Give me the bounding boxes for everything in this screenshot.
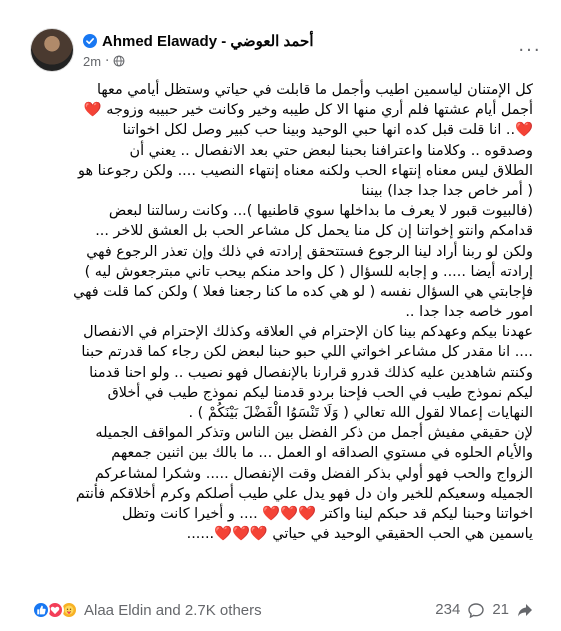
post-text-line: والأيام الحلوه في مستوي الصداقه او العمل… — [111, 445, 533, 462]
reactions-summary[interactable]: Alaa Eldin and 2.7K others — [32, 601, 262, 619]
facebook-post: Ahmed Elawady - أحمد العوضي 2m · ··· كل … — [0, 0, 561, 631]
reactions-text: Alaa Eldin and 2.7K others — [84, 601, 262, 619]
comments-count[interactable]: 234 — [435, 601, 460, 618]
post-text-line: وكنتم شاهدين عليه كذلك قدرو قرارنا بالإن… — [89, 364, 533, 381]
post-meta: 2m · — [83, 53, 125, 69]
post-text-line: الجميله وسعيكم للخير وان دل فهو يدل علي … — [75, 485, 533, 502]
post-text-line: إرادته أيضا ..... و إجابه للسؤال ( كل وا… — [84, 263, 533, 280]
post-text-line: كل الإمتنان لياسمين اطيب وأجمل ما قابلت … — [97, 82, 533, 98]
post-text-line: النهايات إعمالا لقول الله تعالي ( وَلَا … — [188, 405, 533, 421]
verified-badge-icon — [83, 34, 97, 48]
post-text-line: اخواتنا وحبنا ليكم قد حبكم لينا واكتر ❤️… — [121, 505, 533, 522]
globe-icon[interactable] — [113, 55, 125, 67]
post-text-line: قدامكم وانتو إخواتنا إن كل منا يحمل كل م… — [95, 223, 533, 240]
post-text-line: الزواج والحب فهو أولي بذكر الفضل وقت الإ… — [94, 465, 533, 482]
post-text-line: لإن حقيقي مفيش أجمل من ذكر الفضل بين الن… — [95, 425, 533, 442]
post-text-line: أجمل أيام عشتها فلم أري منها الا كل طيبه… — [83, 102, 533, 119]
author-avatar[interactable] — [30, 28, 74, 72]
post-header: Ahmed Elawady - أحمد العوضي 2m · ··· — [0, 0, 561, 76]
author-name-row: Ahmed Elawady - أحمد العوضي — [83, 31, 314, 51]
post-text-line: ولكن لو ربنا أراد لينا الرجوع فستتحقق إر… — [86, 243, 533, 260]
comment-icon[interactable] — [468, 602, 485, 618]
post-footer: Alaa Eldin and 2.7K others 234 21 — [0, 592, 561, 631]
more-options-icon[interactable]: ··· — [512, 36, 548, 64]
like-icon — [32, 601, 50, 619]
post-text-line: الطلاق ليس معناه إنتهاء الحب ولكنه معناه… — [78, 162, 533, 179]
post-text-line: (فالبيوت قبور لا يعرف ما بداخلها سوي قاط… — [108, 203, 533, 220]
post-body: كل الإمتنان لياسمين اطيب وأجمل ما قابلت … — [8, 80, 533, 544]
shares-count[interactable]: 21 — [492, 601, 509, 618]
post-text-line: عهدنا بيكم وعهدكم بينا كان الإحترام في ا… — [83, 324, 533, 341]
post-text-line: ياسمين هي الحب الحقيقي الوحيد في حياتي ❤… — [186, 526, 533, 543]
post-text-line: امور خاصه جدا جدا .. — [405, 304, 533, 321]
post-text-line: ليكم نموذج طيب في الحب فإحنا بردو قدمنا … — [107, 384, 533, 401]
engagement-counts: 234 21 — [435, 601, 533, 618]
post-text-line: وصدقوه .. وكلامنا واعترافنا بحبنا لبعض ح… — [129, 142, 534, 159]
post-time[interactable]: 2m — [83, 54, 101, 69]
post-text-line: ( أمر خاص جدا جدا جدا) بيننا — [361, 182, 533, 199]
author-name[interactable]: Ahmed Elawady - أحمد العوضي — [102, 32, 314, 50]
meta-separator: · — [105, 53, 110, 69]
post-text-line: فإجابتي هي السؤال نفسه ( لو هي كده ما كن… — [73, 283, 533, 300]
post-text-line: .... انا مقدر كل مشاعر اخواتي اللي حبو ح… — [81, 344, 533, 361]
post-text-line: ❤️.. انا قلت قبل كده انها حبي الوحيد وبي… — [122, 122, 533, 139]
share-icon[interactable] — [517, 602, 533, 618]
